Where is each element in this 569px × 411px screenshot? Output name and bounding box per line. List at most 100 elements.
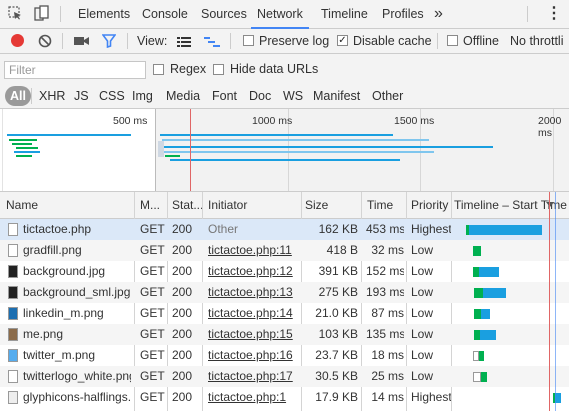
tab-sources[interactable]: Sources	[201, 0, 247, 28]
waterfall-download-bar	[475, 246, 481, 256]
type-filter-manifest[interactable]: Manifest	[313, 84, 360, 108]
column-priority[interactable]: Priority	[411, 192, 455, 218]
request-initiator[interactable]: tictactoe.php:11	[208, 240, 300, 261]
type-filter-css[interactable]: CSS	[99, 84, 125, 108]
table-row[interactable]: twitter_m.png GET 200 tictactoe.php:16 23.7 …	[0, 345, 569, 366]
regex-checkbox[interactable]	[153, 64, 164, 75]
more-tabs-icon[interactable]: »	[434, 0, 443, 28]
throttling-select[interactable]: No throttli	[510, 29, 564, 53]
table-row[interactable]: linkedin_m.png GET 200 tictactoe.php:14 21.0…	[0, 303, 569, 324]
request-name: gradfill.png	[23, 243, 82, 257]
column-size[interactable]: Size	[305, 192, 360, 218]
tab-timeline[interactable]: Timeline	[321, 0, 368, 28]
tab-profiles[interactable]: Profiles	[382, 0, 424, 28]
type-filter-ws[interactable]: WS	[283, 84, 303, 108]
request-name: tictactoe.php	[23, 222, 92, 236]
request-size: 21.0 KB	[315, 306, 358, 320]
waterfall-download-bar	[481, 309, 490, 319]
request-priority: Low	[411, 285, 434, 299]
type-filter-font[interactable]: Font	[212, 84, 237, 108]
preserve-log-checkbox[interactable]	[243, 35, 254, 46]
request-name: linkedin_m.png	[23, 306, 104, 320]
column-name[interactable]: Name	[6, 192, 132, 218]
request-time: 135 ms	[366, 327, 404, 341]
request-status: 200	[172, 285, 193, 299]
table-row[interactable]: glyphicons-halflings... GET 200 tictactoe.p…	[0, 387, 569, 408]
hide-data-urls-label: Hide data URLs	[230, 62, 319, 76]
request-time: 453 ms	[366, 222, 404, 236]
overview-label: 2000 ms	[538, 115, 562, 139]
network-toolbar: View: Preserve log ✓ Disable cache Offli…	[0, 29, 569, 54]
column-time[interactable]: Time	[367, 192, 405, 218]
request-method: GET	[140, 327, 165, 341]
column-method[interactable]: M...	[140, 192, 166, 218]
offline-checkbox[interactable]	[447, 35, 458, 46]
tab-elements[interactable]: Elements	[78, 0, 130, 28]
filter-input[interactable]: Filter	[4, 61, 146, 79]
overview-label: 1500 ms	[394, 115, 435, 127]
devtools-menu-icon[interactable]: ⋮	[546, 0, 562, 28]
network-overview[interactable]: 500 ms 1000 ms 1500 ms 2000 ms	[0, 109, 569, 192]
type-filter-doc[interactable]: Doc	[249, 84, 271, 108]
request-initiator[interactable]: tictactoe.php:15	[208, 324, 300, 345]
request-size: 17.9 KB	[315, 390, 358, 404]
request-priority: Highest	[411, 222, 451, 236]
type-filter-img[interactable]: Img	[132, 84, 153, 108]
table-row[interactable]: twitterlogo_white.png GET 200 tictactoe.php…	[0, 366, 569, 387]
capture-screenshots-icon[interactable]	[74, 35, 90, 47]
device-toolbar-icon[interactable]	[34, 5, 50, 21]
request-initiator[interactable]: tictactoe.php:17	[208, 366, 300, 387]
waterfall-view-icon[interactable]	[204, 36, 220, 47]
load-event-line	[190, 109, 191, 191]
request-initiator[interactable]: tictactoe.php:12	[208, 261, 300, 282]
request-name: twitter_m.png	[23, 348, 96, 362]
type-filter-js[interactable]: JS	[74, 84, 89, 108]
table-row[interactable]: background.jpg GET 200 tictactoe.php:12 391 …	[0, 261, 569, 282]
regex-label: Regex	[170, 62, 207, 76]
column-initiator[interactable]: Initiator	[208, 192, 300, 218]
request-initiator[interactable]: tictactoe.php:16	[208, 345, 300, 366]
record-icon[interactable]	[11, 34, 24, 47]
disable-cache-checkbox[interactable]: ✓	[337, 35, 348, 46]
table-row[interactable]: background_sml.jpg GET 200 tictactoe.php:13…	[0, 282, 569, 303]
request-size: 391 KB	[318, 264, 358, 278]
request-initiator[interactable]: tictactoe.php:13	[208, 282, 300, 303]
tab-console[interactable]: Console	[142, 0, 188, 28]
inspect-element-icon[interactable]	[8, 6, 22, 20]
request-method: GET	[140, 369, 165, 383]
request-priority: Low	[411, 327, 434, 341]
request-priority: Highest	[411, 390, 451, 404]
document-icon	[8, 223, 18, 236]
view-label: View:	[137, 34, 168, 48]
type-filter-all[interactable]: All	[5, 86, 31, 106]
hide-data-urls-checkbox[interactable]	[213, 64, 224, 75]
waterfall-download-bar	[479, 351, 484, 361]
large-rows-icon[interactable]	[177, 36, 191, 47]
column-status[interactable]: Stat...	[172, 192, 202, 218]
type-filter-media[interactable]: Media	[166, 84, 200, 108]
request-initiator[interactable]: tictactoe.php:1	[208, 387, 300, 408]
image-icon	[8, 286, 18, 299]
load-event-line	[549, 192, 550, 411]
filter-icon[interactable]	[101, 34, 117, 49]
request-priority: Low	[411, 306, 434, 320]
request-name: background_sml.jpg	[23, 285, 131, 299]
type-filter-other[interactable]: Other	[372, 84, 403, 108]
waterfall-download-bar	[469, 225, 542, 235]
request-name: twitterlogo_white.png	[23, 369, 131, 383]
sort-descending-icon	[546, 202, 554, 207]
clear-icon[interactable]	[38, 34, 52, 48]
table-row[interactable]: me.png GET 200 tictactoe.php:15 103 KB 135 ms…	[0, 324, 569, 345]
request-initiator[interactable]: tictactoe.php:14	[208, 303, 300, 324]
table-row[interactable]: gradfill.png GET 200 tictactoe.php:11 418 B 3…	[0, 240, 569, 261]
preserve-log-label: Preserve log	[259, 34, 330, 48]
tab-network[interactable]: Network	[251, 0, 309, 29]
waterfall-waiting-bar	[474, 309, 481, 319]
request-status: 200	[172, 327, 193, 341]
request-priority: Low	[411, 369, 434, 383]
request-method: GET	[140, 348, 165, 362]
type-filter-xhr[interactable]: XHR	[39, 84, 65, 108]
request-size: 23.7 KB	[315, 348, 358, 362]
request-size: 162 KB	[318, 222, 358, 236]
table-row[interactable]: tictactoe.php GET 200 Other 162 KB 453 ms High…	[0, 219, 569, 240]
